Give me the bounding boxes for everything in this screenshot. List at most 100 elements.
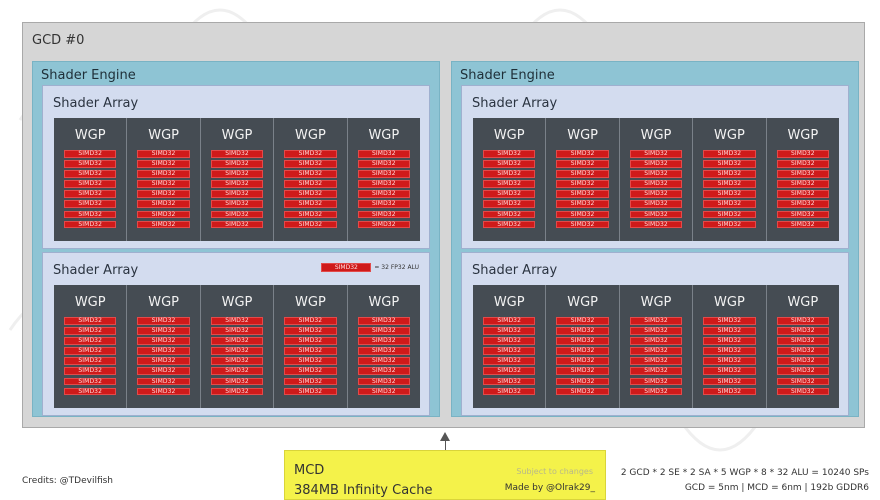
simd32-unit: SIMD32: [137, 337, 190, 345]
simd-stack: SIMD32 SIMD32 SIMD32 SIMD32 SIMD32 SIMD32 SIMD…: [629, 317, 683, 398]
simd32-unit: SIMD32: [284, 347, 337, 355]
simd32-unit: SIMD32: [483, 367, 536, 376]
simd32-unit: SIMD32: [556, 170, 609, 178]
simd32-unit: SIMD32: [629, 220, 683, 229]
simd32-unit: SIMD32: [703, 160, 756, 168]
simd32-unit: SIMD32: [483, 337, 536, 345]
simd32-unit: SIMD32: [776, 387, 830, 396]
simd32-unit: SIMD32: [284, 387, 337, 396]
simd32-unit: SIMD32: [483, 210, 536, 219]
simd32-unit: SIMD32: [210, 317, 264, 325]
wgp-block: WGP SIMD32 SIMD32 SIMD32 SIMD32 SIMD32 SIMD32 S…: [54, 118, 128, 241]
simd32-unit: SIMD32: [64, 220, 117, 229]
simd32-unit: SIMD32: [776, 160, 830, 168]
simd32-unit: SIMD32: [703, 337, 756, 345]
simd32-unit: SIMD32: [137, 367, 190, 376]
wgp-block: WGP SIMD32 SIMD32 SIMD32 SIMD32 SIMD32 SIMD32 S…: [274, 285, 348, 408]
simd32-unit: SIMD32: [483, 327, 536, 335]
shader-array-1-0: Shader Array WGP SIMD32 SIMD32 SIMD32 SIMD32…: [461, 85, 849, 249]
simd32-unit: SIMD32: [703, 377, 756, 386]
wgp-label: WGP: [640, 128, 672, 143]
simd32-unit: SIMD32: [64, 317, 117, 325]
simd32-unit: SIMD32: [137, 160, 190, 168]
simd32-unit: SIMD32: [137, 317, 190, 325]
shader-engine-title: Shader Engine: [460, 68, 555, 83]
simd32-unit: SIMD32: [357, 150, 411, 158]
credits-label: Credits: @TDevilfish: [22, 476, 114, 486]
simd-stack: SIMD32 SIMD32 SIMD32 SIMD32 SIMD32 SIMD32 SIMD…: [284, 150, 337, 231]
simd32-unit: SIMD32: [556, 190, 609, 198]
simd-stack: SIMD32 SIMD32 SIMD32 SIMD32 SIMD32 SIMD32 SIMD…: [64, 150, 117, 231]
simd32-unit: SIMD32: [629, 200, 683, 209]
simd-stack: SIMD32 SIMD32 SIMD32 SIMD32 SIMD32 SIMD32 SIMD…: [483, 317, 536, 398]
simd32-unit: SIMD32: [357, 347, 411, 355]
simd32-unit: SIMD32: [357, 317, 411, 325]
simd32-unit: SIMD32: [703, 327, 756, 335]
mcd-cache-label: 384MB Infinity Cache: [294, 483, 433, 498]
simd32-unit: SIMD32: [357, 367, 411, 376]
simd32-unit: SIMD32: [483, 357, 536, 365]
simd32-unit: SIMD32: [357, 170, 411, 178]
simd32-unit: SIMD32: [483, 317, 536, 325]
simd-stack: SIMD32 SIMD32 SIMD32 SIMD32 SIMD32 SIMD32 SIMD…: [556, 150, 609, 231]
wgp-row: WGP SIMD32 SIMD32 SIMD32 SIMD32 SIMD32 SIMD32 S…: [473, 285, 840, 408]
wgp-block: WGP SIMD32 SIMD32 SIMD32 SIMD32 SIMD32 SIMD32 S…: [54, 285, 128, 408]
simd32-unit: SIMD32: [64, 327, 117, 335]
simd32-unit: SIMD32: [357, 180, 411, 188]
simd32-unit: SIMD32: [703, 317, 756, 325]
simd32-unit: SIMD32: [556, 327, 609, 335]
wgp-label: WGP: [221, 295, 253, 310]
simd-stack: SIMD32 SIMD32 SIMD32 SIMD32 SIMD32 SIMD32 SIMD…: [703, 317, 756, 398]
simd32-unit: SIMD32: [556, 150, 609, 158]
simd32-unit: SIMD32: [556, 347, 609, 355]
simd32-unit: SIMD32: [137, 327, 190, 335]
wgp-label: WGP: [493, 128, 525, 143]
wgp-label: WGP: [714, 295, 745, 310]
simd32-unit: SIMD32: [556, 200, 609, 209]
shader-array-title: Shader Array: [472, 96, 558, 111]
wgp-block: WGP SIMD32 SIMD32 SIMD32 SIMD32 SIMD32 SIMD32 S…: [693, 285, 767, 408]
simd-stack: SIMD32 SIMD32 SIMD32 SIMD32 SIMD32 SIMD32 SIMD…: [137, 150, 190, 231]
wgp-block: WGP SIMD32 SIMD32 SIMD32 SIMD32 SIMD32 SIMD32 S…: [546, 118, 620, 241]
simd32-unit: SIMD32: [64, 337, 117, 345]
wgp-block: WGP SIMD32 SIMD32 SIMD32 SIMD32 SIMD32 SIMD32 S…: [127, 118, 201, 241]
simd32-unit: SIMD32: [357, 160, 411, 168]
simd32-unit: SIMD32: [483, 180, 536, 188]
simd-legend: SIMD32 = 32 FP32 ALU: [321, 263, 419, 272]
simd32-unit: SIMD32: [210, 210, 264, 219]
simd32-unit: SIMD32: [64, 210, 117, 219]
simd32-unit: SIMD32: [210, 170, 264, 178]
simd32-unit: SIMD32: [357, 377, 411, 386]
simd32-unit: SIMD32: [483, 170, 536, 178]
simd32-unit: SIMD32: [776, 150, 830, 158]
wgp-label: WGP: [295, 295, 326, 310]
simd32-unit: SIMD32: [776, 210, 830, 219]
simd32-unit: SIMD32: [483, 377, 536, 386]
simd32-unit: SIMD32: [137, 377, 190, 386]
wgp-label: WGP: [714, 128, 745, 143]
simd32-unit: SIMD32: [776, 180, 830, 188]
simd32-unit: SIMD32: [137, 357, 190, 365]
legend-text: = 32 FP32 ALU: [374, 264, 419, 271]
simd32-unit: SIMD32: [210, 327, 264, 335]
shader-engine-1: Shader Engine Shader Array WGP SIMD32 SIMD…: [451, 61, 859, 417]
simd32-unit: SIMD32: [210, 387, 264, 396]
simd-stack: SIMD32 SIMD32 SIMD32 SIMD32 SIMD32 SIMD32 SIMD…: [357, 150, 411, 231]
simd32-unit: SIMD32: [357, 387, 411, 396]
simd32-unit: SIMD32: [284, 327, 337, 335]
simd32-unit: SIMD32: [284, 150, 337, 158]
wgp-label: WGP: [493, 295, 525, 310]
simd32-unit: SIMD32: [137, 170, 190, 178]
simd32-unit: SIMD32: [776, 200, 830, 209]
simd32-unit: SIMD32: [629, 317, 683, 325]
simd32-unit: SIMD32: [483, 190, 536, 198]
simd32-unit: SIMD32: [776, 190, 830, 198]
simd32-unit: SIMD32: [357, 210, 411, 219]
shader-array-1-1: Shader Array WGP SIMD32 SIMD32 SIMD32 SIMD32…: [461, 252, 849, 416]
simd32-unit: SIMD32: [210, 150, 264, 158]
simd32-unit: SIMD32: [64, 180, 117, 188]
simd32-unit: SIMD32: [483, 150, 536, 158]
simd32-unit: SIMD32: [629, 357, 683, 365]
wgp-label: WGP: [74, 128, 106, 143]
simd32-unit: SIMD32: [284, 170, 337, 178]
